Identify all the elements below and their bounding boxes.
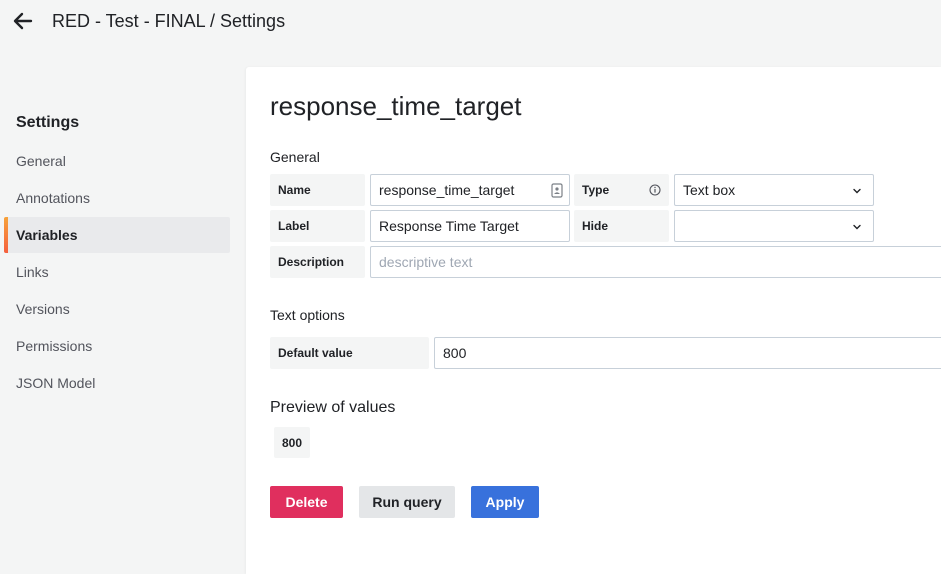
sidebar-item-general[interactable]: General (4, 143, 230, 179)
name-input[interactable] (370, 174, 570, 206)
description-field[interactable] (379, 254, 941, 270)
label-field[interactable] (379, 218, 569, 234)
default-value-field[interactable] (443, 345, 941, 361)
page-title: response_time_target (270, 91, 522, 121)
sidebar-item-links[interactable]: Links (4, 254, 230, 290)
preview-value-chip: 800 (274, 427, 311, 458)
text-options-heading: Text options (270, 307, 345, 323)
name-field[interactable] (379, 182, 569, 198)
back-button[interactable] (10, 8, 36, 34)
sidebar-item-versions[interactable]: Versions (4, 291, 230, 327)
type-label-text: Type (582, 183, 610, 197)
preview-heading: Preview of values (270, 399, 396, 416)
type-select[interactable]: Text box (674, 174, 874, 206)
info-icon[interactable] (649, 184, 661, 196)
sidebar-item-permissions[interactable]: Permissions (4, 328, 230, 364)
sidebar-item-variables[interactable]: Variables (4, 217, 230, 253)
default-value-label: Default value (270, 337, 429, 369)
sidebar-title: Settings (16, 114, 80, 131)
type-label: Type (574, 174, 669, 206)
type-select-value: Text box (683, 182, 736, 198)
hide-label: Hide (574, 210, 669, 242)
sidebar-item-json-model[interactable]: JSON Model (4, 365, 230, 401)
delete-button[interactable]: Delete (270, 486, 343, 518)
run-query-button[interactable]: Run query (359, 486, 455, 518)
description-label: Description (270, 246, 365, 278)
sidebar-item-annotations[interactable]: Annotations (4, 180, 230, 216)
label-label: Label (270, 210, 365, 242)
description-input[interactable] (370, 246, 941, 278)
top-bar: RED - Test - FINAL / Settings (0, 0, 941, 44)
hide-select[interactable] (674, 210, 874, 242)
breadcrumb: RED - Test - FINAL / Settings (52, 11, 286, 31)
apply-button[interactable]: Apply (471, 486, 539, 518)
chevron-down-icon (853, 188, 861, 194)
contact-card-icon (551, 183, 563, 198)
label-input[interactable] (370, 210, 570, 242)
name-label: Name (270, 174, 365, 206)
arrow-left-icon (13, 12, 33, 30)
default-value-input[interactable] (434, 337, 941, 369)
chevron-down-icon (853, 224, 861, 230)
variable-editor-panel: response_time_target General Name Type T… (246, 67, 941, 574)
general-section-heading: General (270, 149, 320, 165)
